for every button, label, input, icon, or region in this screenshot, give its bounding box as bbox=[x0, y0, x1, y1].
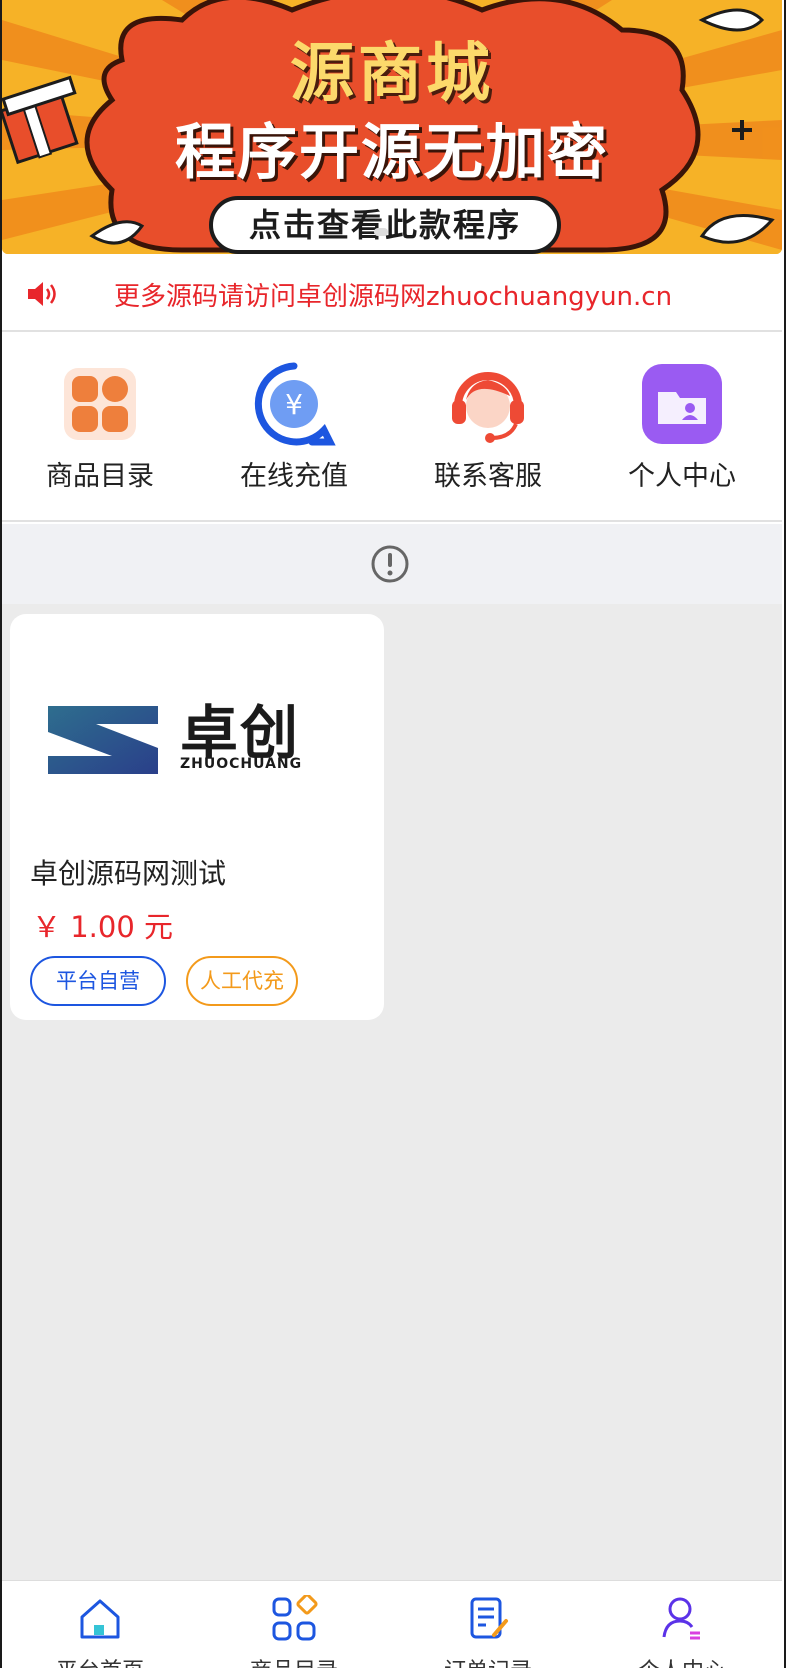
tab-home[interactable]: 平台首页 bbox=[10, 1595, 190, 1668]
quick-item-label: 联系客服 bbox=[434, 461, 542, 492]
catalog-grid-icon bbox=[58, 362, 142, 446]
quick-item-support[interactable]: 联系客服 bbox=[398, 362, 578, 493]
tab-profile[interactable]: 个人中心 bbox=[592, 1595, 772, 1668]
headset-support-icon bbox=[446, 362, 530, 446]
product-price: ￥ 1.00 元 bbox=[32, 910, 174, 944]
tab-label: 订单记录 bbox=[398, 1653, 578, 1668]
quick-menu: 商品目录 ¥ 在线充值 联系客服 个人中心 bbox=[2, 334, 782, 522]
info-circle-icon bbox=[371, 545, 409, 583]
app-screen: 源商城 程序开源无加密 点击查看此款程序 更多源码请访问卓创源码网zhuochu… bbox=[0, 0, 786, 1668]
carousel-dot-active[interactable] bbox=[374, 228, 388, 236]
quick-item-label: 商品目录 bbox=[46, 461, 154, 492]
view-program-button[interactable]: 点击查看此款程序 bbox=[209, 196, 561, 254]
order-edit-icon bbox=[470, 1597, 508, 1639]
product-list: 卓创 ZHUOCHUANG 卓创源码网测试 ￥ 1.00 元 平台自营 人工代充 bbox=[2, 604, 782, 1580]
tab-label: 商品目录 bbox=[204, 1653, 384, 1668]
quick-item-label: 在线充值 bbox=[240, 461, 348, 492]
yuan-recharge-icon: ¥ bbox=[252, 362, 336, 446]
tag-self-operated: 平台自营 bbox=[30, 956, 166, 1006]
svg-text:¥: ¥ bbox=[285, 388, 303, 421]
carousel-dots[interactable] bbox=[374, 228, 388, 236]
empty-state-bar bbox=[2, 524, 782, 604]
tab-category[interactable]: 商品目录 bbox=[204, 1593, 384, 1668]
tag-manual-recharge: 人工代充 bbox=[186, 956, 298, 1006]
quick-item-label: 个人中心 bbox=[628, 461, 736, 492]
tab-orders[interactable]: 订单记录 bbox=[398, 1595, 578, 1668]
product-image: 卓创 ZHUOCHUANG bbox=[10, 614, 384, 834]
category-icon bbox=[272, 1593, 318, 1641]
tab-label: 个人中心 bbox=[592, 1653, 772, 1668]
notice-bar[interactable]: 更多源码请访问卓创源码网zhuochuangyun.cn bbox=[2, 256, 782, 332]
banner-subtitle: 程序开源无加密 bbox=[175, 118, 609, 188]
notice-text: 更多源码请访问卓创源码网zhuochuangyun.cn bbox=[114, 282, 673, 312]
folder-user-icon bbox=[640, 362, 724, 446]
quick-item-profile[interactable]: 个人中心 bbox=[592, 362, 772, 493]
user-icon bbox=[662, 1597, 700, 1640]
promo-banner[interactable]: 源商城 程序开源无加密 点击查看此款程序 bbox=[2, 0, 782, 254]
quick-item-recharge[interactable]: ¥ 在线充值 bbox=[204, 362, 384, 493]
speaker-icon bbox=[28, 282, 56, 306]
tab-label: 平台首页 bbox=[10, 1653, 190, 1668]
banner-title: 源商城 bbox=[290, 37, 494, 111]
quick-item-catalog[interactable]: 商品目录 bbox=[10, 362, 190, 493]
bottom-tab-bar: 平台首页 商品目录 订单记录 个人中心 bbox=[2, 1580, 782, 1668]
product-logo-subtext: ZHUOCHUANG bbox=[180, 756, 303, 772]
product-name: 卓创源码网测试 bbox=[30, 857, 227, 890]
home-icon bbox=[80, 1599, 120, 1639]
frame-left-edge bbox=[0, 0, 2, 1668]
product-card[interactable]: 卓创 ZHUOCHUANG 卓创源码网测试 ￥ 1.00 元 平台自营 人工代充 bbox=[10, 614, 384, 1020]
